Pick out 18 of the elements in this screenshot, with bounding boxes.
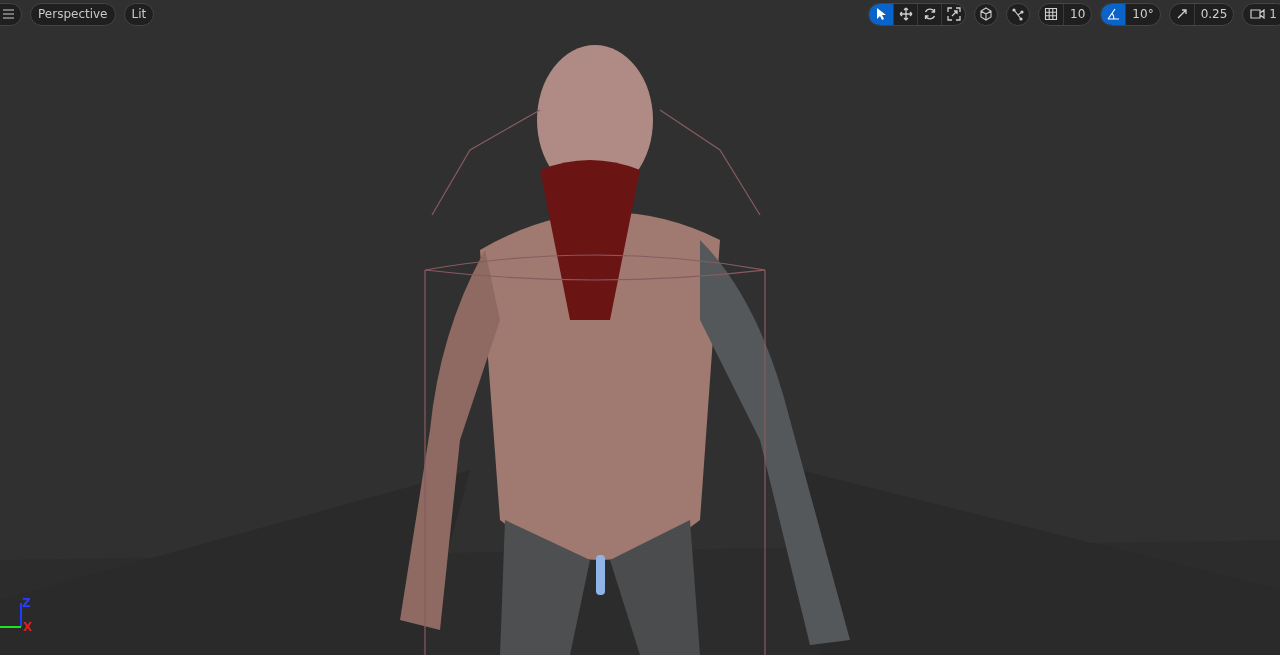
camera-speed-value: 1 [1269,8,1277,20]
move-icon [898,7,913,21]
menu-icon [3,9,14,19]
rotate-icon [922,7,937,21]
angle-snap-toggle[interactable] [1101,3,1126,25]
z-axis-label: Z [22,597,31,609]
x-axis-label: X [23,621,33,633]
angle-snap-value[interactable]: 10° [1125,3,1160,25]
scale-snap-value[interactable]: 0.25 [1193,3,1234,25]
grid-snap-value[interactable]: 10 [1063,3,1092,25]
scale-icon [946,7,961,21]
select-tool-button[interactable] [869,3,894,25]
axis-gizmo-icon [0,601,24,631]
grid-icon [1044,7,1059,21]
cube-icon [979,7,994,21]
camera-icon [1250,8,1266,20]
angle-icon [1106,7,1121,21]
nodes-icon [1011,7,1026,21]
